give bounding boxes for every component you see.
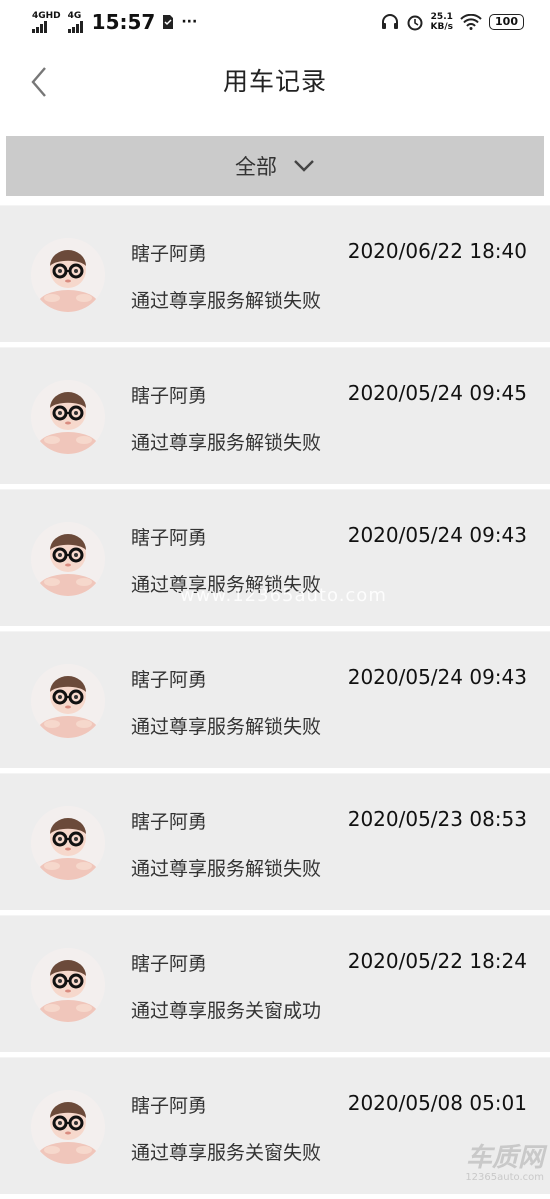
battery-indicator: 100	[489, 14, 524, 30]
record-description: 通过尊享服务解锁失败	[131, 432, 322, 454]
avatar	[31, 664, 105, 738]
avatar	[31, 1090, 105, 1164]
avatar	[31, 380, 105, 454]
record-user-name: 瞎子阿勇	[131, 527, 208, 549]
record-time: 2020/05/24 09:45	[347, 381, 527, 405]
record-row[interactable]: 瞎子阿勇 2020/05/22 18:24 通过尊享服务关窗成功	[0, 915, 550, 1052]
network-indicator-2: 4G	[67, 10, 83, 33]
record-list: 瞎子阿勇 2020/06/22 18:40 通过尊享服务解锁失败 瞎子阿勇 20…	[0, 205, 550, 1199]
record-user-name: 瞎子阿勇	[131, 385, 208, 407]
wifi-icon	[460, 14, 482, 30]
record-user-name: 瞎子阿勇	[131, 669, 208, 691]
watermark-text: www.12365auto.com	[180, 585, 387, 606]
record-user-name: 瞎子阿勇	[131, 243, 208, 265]
record-time: 2020/05/08 05:01	[347, 1091, 527, 1115]
record-user-name: 瞎子阿勇	[131, 953, 208, 975]
avatar	[31, 948, 105, 1022]
signal-icon-2	[67, 20, 83, 33]
filter-dropdown[interactable]: 全部	[6, 136, 544, 196]
record-user-name: 瞎子阿勇	[131, 811, 208, 833]
speed-unit: KB/s	[430, 22, 454, 32]
record-description: 通过尊享服务关窗失败	[131, 1142, 322, 1164]
avatar	[31, 806, 105, 880]
more-notifications: ···	[181, 14, 198, 30]
record-time: 2020/05/24 09:43	[347, 665, 527, 689]
record-time: 2020/06/22 18:40	[347, 239, 527, 263]
record-description: 通过尊享服务解锁失败	[131, 858, 322, 880]
network-type-1: 4GHD	[32, 10, 61, 21]
navigation-header: 用车记录	[0, 44, 550, 120]
chevron-down-icon	[294, 160, 314, 172]
status-bar: 4GHD 4G 15:57 ··· 25.1 KB/s 100	[0, 0, 550, 44]
record-row[interactable]: 瞎子阿勇 2020/05/23 08:53 通过尊享服务解锁失败	[0, 773, 550, 910]
record-row[interactable]: 瞎子阿勇 2020/05/24 09:43 通过尊享服务解锁失败	[0, 631, 550, 768]
alarm-icon	[407, 15, 423, 31]
avatar	[31, 238, 105, 312]
record-time: 2020/05/24 09:43	[347, 523, 527, 547]
signal-icon	[32, 20, 61, 33]
record-row[interactable]: 瞎子阿勇 2020/06/22 18:40 通过尊享服务解锁失败	[0, 205, 550, 342]
status-time: 15:57	[91, 10, 156, 34]
site-logo: 车质网 12365auto.com	[465, 1144, 544, 1183]
network-indicator: 4GHD	[32, 10, 61, 33]
record-description: 通过尊享服务解锁失败	[131, 290, 322, 312]
logo-title: 车质网	[465, 1143, 544, 1173]
sim-icon	[163, 15, 174, 29]
logo-url: 12365auto.com	[465, 1172, 544, 1183]
filter-label: 全部	[235, 155, 277, 179]
record-user-name: 瞎子阿勇	[131, 1095, 208, 1117]
record-time: 2020/05/23 08:53	[347, 807, 527, 831]
record-time: 2020/05/22 18:24	[347, 949, 527, 973]
network-type-2: 4G	[67, 10, 82, 21]
speed-value: 25.1	[430, 12, 453, 22]
page-title: 用车记录	[222, 67, 327, 96]
network-speed: 25.1 KB/s	[431, 12, 453, 32]
record-description: 通过尊享服务关窗成功	[131, 1000, 322, 1022]
record-row[interactable]: 瞎子阿勇 2020/05/24 09:45 通过尊享服务解锁失败	[0, 347, 550, 484]
headphones-icon	[381, 14, 398, 29]
record-description: 通过尊享服务解锁失败	[131, 716, 322, 738]
avatar	[31, 522, 105, 596]
